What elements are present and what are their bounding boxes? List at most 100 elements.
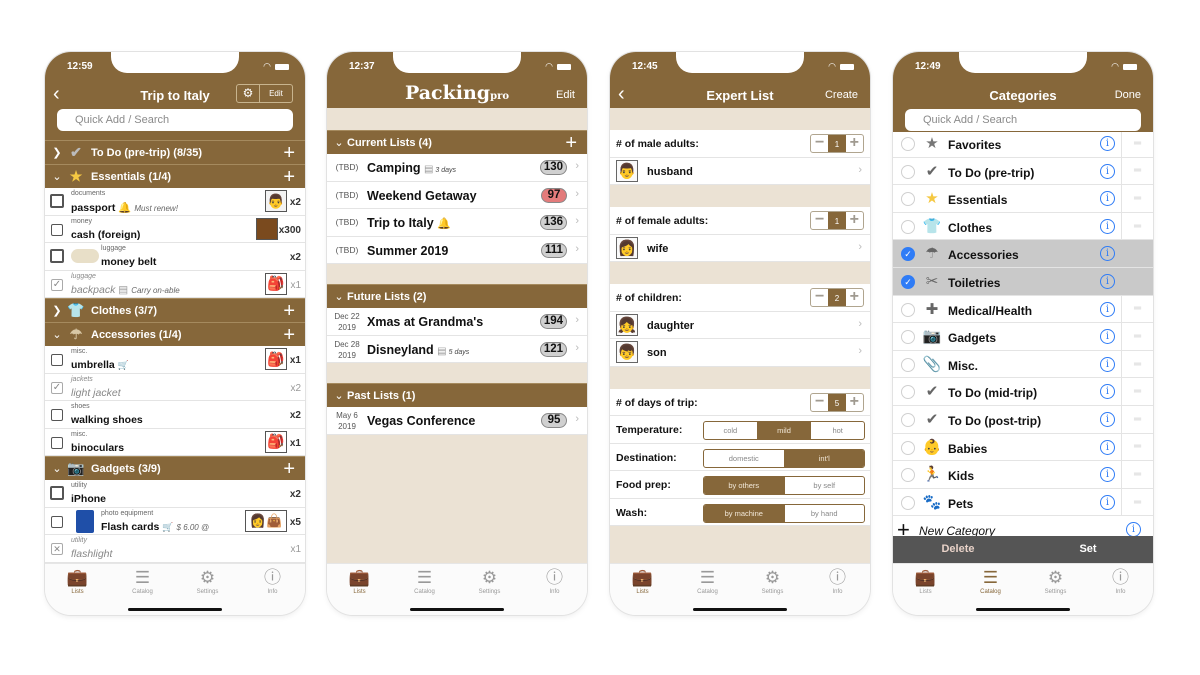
person-row[interactable]: 👩 wife › [610, 234, 870, 262]
group-header-future[interactable]: ⌄ Future Lists (2) [327, 284, 587, 308]
tab-info[interactable]: ⓘ Info [805, 568, 870, 595]
checkbox[interactable] [50, 249, 64, 263]
checkbox[interactable] [50, 486, 64, 500]
section-header-accessories[interactable]: ⌄ ☂ Accessories (1/4) + [45, 322, 305, 346]
person-row[interactable]: 👧 daughter › [610, 311, 870, 339]
info-button[interactable]: i [1100, 191, 1115, 207]
delete-button[interactable]: Delete [893, 536, 1023, 563]
minus-button[interactable]: − [811, 212, 828, 229]
reorder-handle[interactable]: ═ [1121, 295, 1153, 323]
settings-gear-button[interactable]: ⚙ [237, 85, 260, 102]
checkbox[interactable] [51, 515, 63, 528]
search-input[interactable]: Quick Add / Search [57, 109, 293, 131]
category-row[interactable]: 🐾 Pets i ═ [893, 488, 1153, 517]
reorder-handle[interactable]: ═ [1121, 461, 1153, 488]
segment-domestic[interactable]: domestic [704, 449, 785, 467]
segment-mild[interactable]: mild [757, 422, 812, 439]
select-radio-checked[interactable]: ✓ [901, 274, 915, 289]
tab-lists[interactable]: 💼 Lists [893, 568, 958, 595]
list-item[interactable]: misc. binoculars 🎒 x1 [45, 428, 305, 456]
days-stepper[interactable]: −5 + [810, 392, 864, 412]
info-button[interactable]: i [1100, 273, 1115, 289]
select-radio[interactable] [901, 357, 915, 372]
reorder-handle[interactable]: ═ [1121, 323, 1153, 350]
checkbox[interactable] [51, 223, 63, 236]
info-button[interactable]: i [1100, 329, 1115, 345]
plus-button[interactable]: + [846, 289, 863, 306]
reorder-handle[interactable]: ═ [1121, 405, 1153, 433]
set-button[interactable]: Set [1023, 536, 1153, 563]
category-row[interactable]: ✔ To Do (mid-trip) i ═ [893, 378, 1153, 406]
select-radio-checked[interactable]: ✓ [901, 247, 915, 262]
tab-settings[interactable]: ⚙ Settings [457, 568, 522, 595]
select-radio[interactable] [901, 468, 915, 483]
info-button[interactable]: i [1100, 218, 1115, 234]
checkbox-checked[interactable]: ✓ [51, 278, 63, 291]
minus-button[interactable]: − [811, 289, 828, 306]
select-radio[interactable] [901, 137, 915, 151]
segment-intl[interactable]: int'l [784, 449, 864, 467]
info-button[interactable]: i [1100, 411, 1115, 427]
segment-cold[interactable]: cold [704, 422, 758, 439]
list-item[interactable]: photo equipment Flash cards 🛒 $ 6.00 @ 👩👜… [45, 507, 305, 535]
list-item[interactable]: ✓ jackets light jacket x2 [45, 373, 305, 401]
minus-button[interactable]: − [811, 393, 828, 411]
section-header-todo[interactable]: ❯ ✔ To Do (pre-trip) (8/35) + [45, 140, 305, 164]
reorder-handle[interactable]: ═ [1121, 350, 1153, 378]
category-row[interactable]: 📎 Misc. i ═ [893, 350, 1153, 379]
segment-by-others[interactable]: by others [704, 477, 785, 494]
select-radio[interactable] [901, 440, 915, 455]
tab-info[interactable]: ⓘ Info [1088, 568, 1153, 595]
plus-button[interactable]: + [846, 212, 863, 229]
segment-by-machine[interactable]: by machine [704, 504, 785, 522]
group-header-past[interactable]: ⌄ Past Lists (1) [327, 383, 587, 407]
segment-by-hand[interactable]: by hand [785, 505, 865, 522]
category-row[interactable]: ✔ To Do (pre-trip) i ═ [893, 157, 1153, 186]
male-adults-stepper[interactable]: −1 + [810, 134, 864, 153]
info-button[interactable]: i [1100, 246, 1115, 262]
edit-button[interactable]: Edit [556, 89, 575, 101]
reorder-handle[interactable]: ═ [1121, 268, 1153, 295]
list-row[interactable]: Dec 28 2019 Disneyland ▤ 5 days 121 › [327, 335, 587, 363]
tab-lists[interactable]: 💼 Lists [327, 568, 392, 595]
tab-catalog[interactable]: ☰ Catalog [958, 568, 1023, 595]
edit-button[interactable]: Edit [260, 85, 292, 102]
section-header-essentials[interactable]: ⌄ ★ Essentials (1/4) + [45, 164, 305, 188]
tab-catalog[interactable]: ☰ Catalog [110, 568, 175, 595]
list-item[interactable]: shoes walking shoes x2 [45, 401, 305, 429]
done-button[interactable]: Done [1115, 89, 1141, 101]
select-radio[interactable] [901, 495, 915, 510]
list-row[interactable]: (TBD) Trip to Italy 🔔 136 › [327, 209, 587, 237]
category-row[interactable]: ★ Favorites i ═ [893, 130, 1153, 158]
category-row[interactable]: ✔ To Do (post-trip) i ═ [893, 405, 1153, 434]
tab-settings[interactable]: ⚙ Settings [175, 568, 240, 595]
reorder-handle[interactable]: ═ [1121, 130, 1153, 157]
info-button[interactable]: i [1100, 384, 1115, 400]
tab-catalog[interactable]: ☰ Catalog [392, 568, 457, 595]
category-row[interactable]: ★ Essentials i ═ [893, 185, 1153, 213]
checkbox[interactable] [51, 354, 63, 366]
add-button[interactable]: + [283, 142, 295, 165]
tab-lists[interactable]: 💼 Lists [610, 568, 675, 595]
tab-settings[interactable]: ⚙ Settings [740, 568, 805, 595]
tab-catalog[interactable]: ☰ Catalog [675, 568, 740, 595]
tab-settings[interactable]: ⚙ Settings [1023, 568, 1088, 595]
person-row[interactable]: 👦 son › [610, 339, 870, 367]
reorder-handle[interactable]: ═ [1121, 378, 1153, 405]
reorder-handle[interactable]: ═ [1121, 240, 1153, 267]
list-item[interactable]: luggage money belt x2 [45, 243, 305, 271]
search-input[interactable]: Quick Add / Search [905, 109, 1141, 131]
category-row[interactable]: ✚ Medical/Health i ═ [893, 295, 1153, 324]
segment-by-self[interactable]: by self [785, 477, 865, 494]
checkbox[interactable] [51, 436, 63, 449]
info-button[interactable]: i [1100, 163, 1115, 179]
children-stepper[interactable]: −2 + [810, 288, 864, 307]
checkbox[interactable] [50, 194, 64, 208]
category-row-selected[interactable]: ✓ ☂ Accessories i ═ [893, 240, 1153, 268]
section-header-gadgets[interactable]: ⌄ 📷 Gadgets (3/9) + [45, 456, 305, 480]
reorder-handle[interactable]: ═ [1121, 185, 1153, 212]
reorder-handle[interactable]: ═ [1121, 488, 1153, 516]
reorder-handle[interactable]: ═ [1121, 433, 1153, 461]
list-row[interactable]: May 6 2019 Vegas Conference 95 › [327, 407, 587, 435]
select-radio[interactable] [901, 164, 915, 179]
